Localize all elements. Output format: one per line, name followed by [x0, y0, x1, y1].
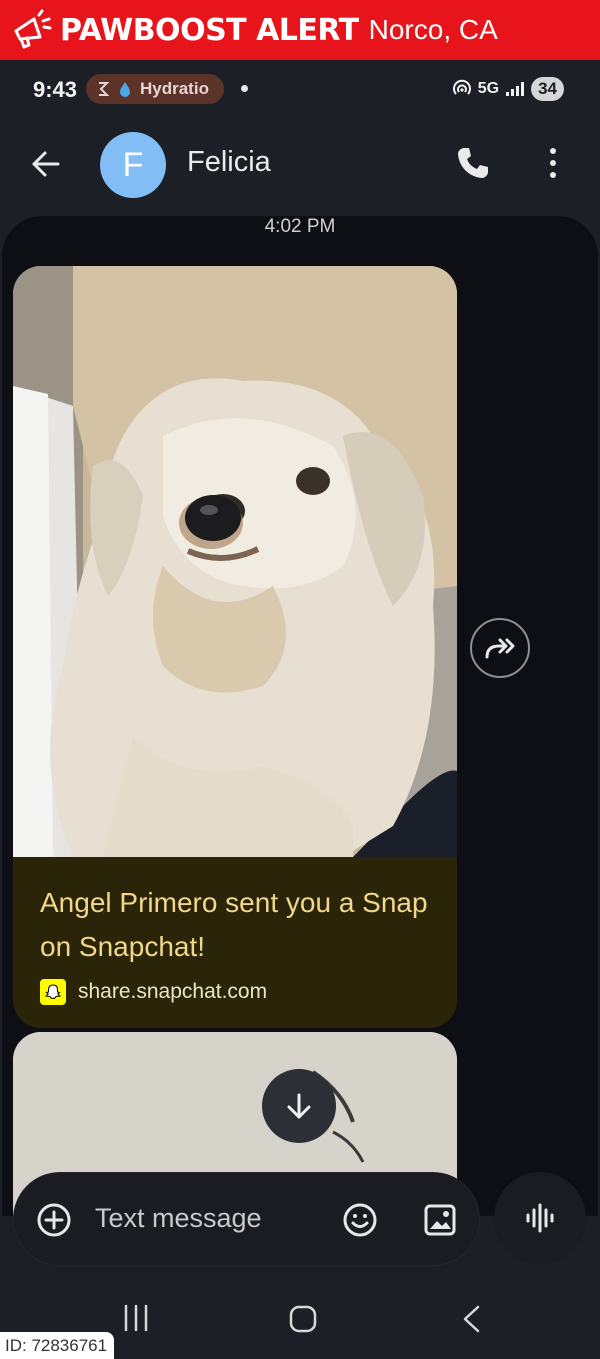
status-time: 9:43: [33, 77, 78, 102]
link-preview-source[interactable]: share.snapchat.com: [40, 979, 267, 1005]
dog-photo[interactable]: [13, 266, 457, 857]
megaphone-icon: [14, 9, 52, 49]
more-options-icon[interactable]: [540, 144, 566, 182]
phone-call-icon[interactable]: [454, 144, 492, 182]
hydration-reminder-pill[interactable]: Hydratio: [86, 74, 224, 104]
link-preview-title[interactable]: Angel Primero sent you a Snap on Snapcha…: [40, 881, 430, 969]
recent-apps-icon[interactable]: [122, 1304, 150, 1332]
notification-dot: [241, 85, 248, 92]
message-timestamp: 4:02 PM: [264, 216, 336, 237]
message-composer[interactable]: Text message: [13, 1172, 480, 1266]
battery-level: 34: [531, 77, 564, 101]
pawboost-banner: PAWBOOST ALERT Norco, CA: [0, 0, 600, 60]
hotspot-icon: [452, 79, 471, 95]
emoji-icon[interactable]: [342, 1202, 378, 1238]
signal-icon: [506, 82, 525, 96]
snapchat-ghost-icon: [40, 979, 66, 1005]
contact-name[interactable]: Felicia: [187, 146, 271, 179]
banner-brand: PAWBOOST ALERT: [60, 12, 359, 48]
home-icon[interactable]: [288, 1304, 318, 1334]
text-message-input[interactable]: Text message: [95, 1203, 262, 1234]
phone-screen: 9:43 Hydratio 5G 34 F Felicia 4:02 PM An…: [0, 60, 600, 1359]
link-preview-card[interactable]: Angel Primero sent you a Snap on Snapcha…: [13, 857, 457, 1028]
status-bar: 9:43 Hydratio 5G 34: [0, 60, 600, 118]
message-thread[interactable]: 4:02 PM Angel Primero sent you a Snap on…: [2, 216, 598, 1216]
arrow-down-icon: [287, 1093, 311, 1119]
link-preview-url[interactable]: share.snapchat.com: [78, 980, 267, 1004]
status-indicators: 5G 34: [452, 77, 564, 101]
network-label: 5G: [477, 80, 500, 97]
scroll-to-bottom-button[interactable]: [262, 1069, 336, 1143]
banner-location: Norco, CA: [368, 14, 498, 45]
back-arrow-icon[interactable]: [28, 146, 64, 182]
pill-label: Hydratio: [140, 79, 209, 98]
add-attachment-icon[interactable]: [36, 1202, 72, 1238]
gallery-icon[interactable]: [422, 1202, 458, 1238]
forward-icon: [485, 638, 515, 659]
voice-message-button[interactable]: [494, 1172, 586, 1264]
nav-back-icon[interactable]: [460, 1304, 482, 1334]
water-drop-icon: [120, 82, 130, 97]
alarm-icon: [99, 82, 110, 96]
snap-message-bubble[interactable]: Angel Primero sent you a Snap on Snapcha…: [13, 266, 457, 1028]
forward-button[interactable]: [470, 618, 530, 678]
voice-waveform-icon: [526, 1203, 554, 1233]
conversation-header: F Felicia: [0, 126, 600, 200]
contact-avatar[interactable]: F: [100, 132, 166, 198]
listing-id-tag: ID: 72836761: [0, 1332, 114, 1359]
